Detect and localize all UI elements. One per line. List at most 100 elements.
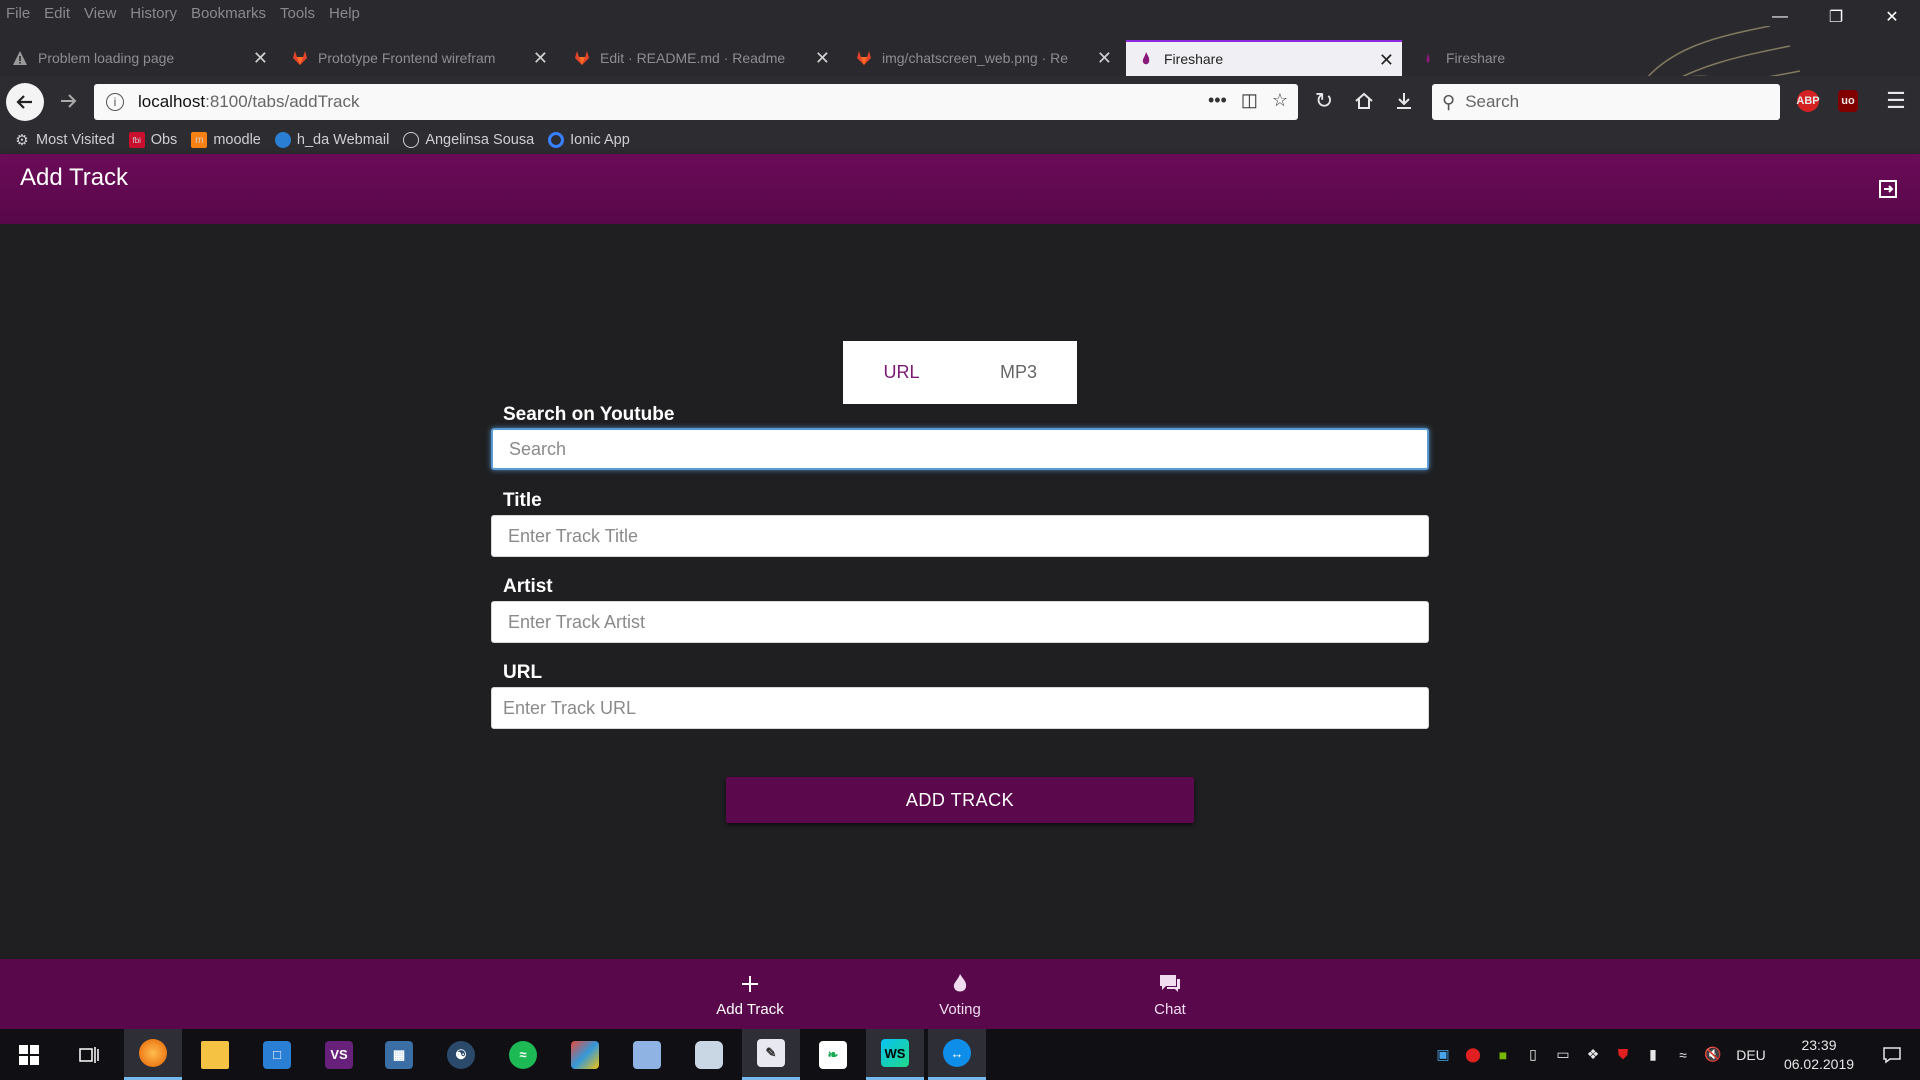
close-icon[interactable]: ✕ — [533, 48, 548, 69]
bookmark-ionic[interactable]: Ionic App — [548, 132, 630, 148]
mongodb-icon[interactable]: ❧ — [804, 1029, 862, 1080]
tab-edit-readme[interactable]: Edit · README.md · Readme ✕ — [562, 40, 838, 76]
logout-icon — [1879, 180, 1897, 198]
menu-view[interactable]: View — [77, 5, 123, 22]
home-icon[interactable] — [1346, 83, 1382, 119]
bookmark-label: Most Visited — [36, 132, 115, 148]
menu-history[interactable]: History — [123, 5, 184, 22]
menu-edit[interactable]: Edit — [37, 5, 77, 22]
search-youtube-input[interactable] — [509, 438, 1427, 460]
minimize-icon[interactable]: — — [1752, 0, 1808, 34]
notification-center-icon[interactable] — [1864, 1029, 1920, 1080]
battery-icon[interactable]: ▮ — [1638, 1029, 1668, 1080]
bookmark-most-visited[interactable]: ⚙ Most Visited — [14, 132, 115, 149]
language-indicator[interactable]: DEU — [1728, 1047, 1774, 1063]
webstorm-icon[interactable]: WS — [866, 1029, 924, 1080]
hamburger-menu-icon[interactable]: ☰ — [1878, 83, 1914, 119]
tab-chatscreen-img[interactable]: img/chatscreen_web.png · Re ✕ — [844, 40, 1120, 76]
source-segment: URL MP3 — [843, 341, 1077, 404]
drive-icon[interactable]: ▭ — [1548, 1029, 1578, 1080]
nvidia-icon[interactable]: ■ — [1488, 1029, 1518, 1080]
bookmark-angelinsa[interactable]: Angelinsa Sousa — [403, 132, 534, 148]
page-title: Add Track — [20, 164, 129, 191]
menu-tools[interactable]: Tools — [273, 5, 322, 22]
editor-app-icon[interactable]: ✎ — [742, 1029, 800, 1080]
windows-taskbar: □ VS ▦ ☯ ≈ ✎ ❧ WS ↔ ▣ ⬤ ■ ▯ ▭ ❖ ⛊ ▮ ≈ 🔇 … — [0, 1029, 1920, 1080]
tab-fireshare[interactable]: Fireshare — [1408, 40, 1608, 76]
tab-fireshare-active[interactable]: Fireshare ✕ — [1126, 40, 1402, 76]
browser-search-field[interactable]: ⚲ Search — [1432, 84, 1780, 120]
browser-search-placeholder: Search — [1465, 92, 1520, 111]
paint-app-icon[interactable] — [556, 1029, 614, 1080]
usb-icon[interactable]: ▯ — [1518, 1029, 1548, 1080]
app-tabbar: Add Track Voting Chat — [0, 959, 1920, 1029]
spotify-icon[interactable]: ≈ — [494, 1029, 552, 1080]
arrow-right-icon — [61, 94, 77, 108]
ublock-icon[interactable]: uo — [1830, 83, 1866, 119]
menu-bookmarks[interactable]: Bookmarks — [184, 5, 273, 22]
visual-studio-icon[interactable]: VS — [310, 1029, 368, 1080]
file-explorer-icon[interactable] — [186, 1029, 244, 1080]
gear-icon: ⚙ — [15, 132, 29, 149]
windows-start-icon[interactable] — [0, 1029, 58, 1080]
segment-mp3[interactable]: MP3 — [960, 341, 1077, 404]
pocket-icon[interactable]: ◫ — [1241, 90, 1258, 111]
virtualbox-icon[interactable]: ▦ — [370, 1029, 428, 1080]
wifi-icon[interactable]: ≈ — [1668, 1029, 1698, 1080]
tab-label: Fireshare — [1446, 50, 1506, 66]
tab-problem-loading[interactable]: Problem loading page ✕ — [0, 40, 276, 76]
close-icon[interactable]: ✕ — [1097, 48, 1112, 69]
tab-prototype-frontend[interactable]: Prototype Frontend wirefram ✕ — [280, 40, 556, 76]
teamviewer-icon[interactable]: ↔ — [928, 1029, 986, 1080]
dropbox-icon[interactable]: ❖ — [1578, 1029, 1608, 1080]
logout-button[interactable] — [1856, 154, 1920, 224]
tab-voting[interactable]: Voting — [885, 959, 1035, 1029]
browser-tabstrip: Problem loading page ✕ Prototype Fronten… — [0, 26, 1920, 181]
url-label: URL — [503, 662, 543, 683]
headset-app-icon[interactable]: ☯ — [432, 1029, 490, 1080]
forward-button[interactable] — [50, 83, 86, 119]
more-icon[interactable]: ••• — [1208, 90, 1227, 111]
bookmark-label: Obs — [150, 132, 178, 148]
app-icon-blue-square[interactable]: □ — [248, 1029, 306, 1080]
close-window-icon[interactable]: ✕ — [1864, 0, 1920, 34]
app-header: Add Track — [0, 154, 1920, 224]
reload-icon[interactable]: ↻ — [1306, 83, 1342, 119]
close-icon[interactable]: ✕ — [815, 48, 830, 69]
segment-url[interactable]: URL — [843, 341, 960, 404]
shield-icon[interactable]: ⛊ — [1608, 1029, 1638, 1080]
browser-menubar: File Edit View History Bookmarks Tools H… — [0, 0, 1920, 26]
restore-icon[interactable]: ❐ — [1808, 0, 1864, 34]
add-track-button[interactable]: ADD TRACK — [726, 777, 1194, 823]
tab-add-track[interactable]: Add Track — [675, 959, 825, 1029]
artist-input[interactable] — [508, 611, 1428, 633]
clock[interactable]: 23:39 06.02.2019 — [1774, 1036, 1864, 1074]
close-icon[interactable]: ✕ — [1379, 50, 1394, 71]
firefox-taskbar-icon[interactable] — [124, 1029, 182, 1080]
mail-icon — [274, 132, 291, 148]
url-input[interactable] — [503, 697, 1428, 719]
star-icon[interactable]: ☆ — [1272, 90, 1288, 111]
bookmark-obs[interactable]: fbi Obs — [128, 132, 178, 148]
download-icon[interactable] — [1386, 83, 1422, 119]
title-input[interactable] — [508, 525, 1428, 547]
tab-chat-label: Chat — [1154, 1000, 1186, 1018]
menu-help[interactable]: Help — [322, 5, 367, 22]
adblock-icon[interactable]: ABP — [1790, 83, 1826, 119]
database-app-icon[interactable] — [680, 1029, 738, 1080]
tray-alert-icon[interactable]: ⬤ — [1458, 1029, 1488, 1080]
tray-app-icon[interactable]: ▣ — [1428, 1029, 1458, 1080]
tab-chat[interactable]: Chat — [1095, 959, 1245, 1029]
close-icon[interactable]: ✕ — [253, 48, 268, 69]
cube-app-icon[interactable] — [618, 1029, 676, 1080]
volume-muted-icon[interactable]: 🔇 — [1698, 1029, 1728, 1080]
info-icon[interactable]: i — [106, 93, 124, 111]
tab-add-track-label: Add Track — [716, 1000, 784, 1018]
ionic-icon — [548, 132, 565, 148]
task-view-icon[interactable] — [60, 1029, 118, 1080]
bookmark-moodle[interactable]: m moodle — [191, 132, 261, 148]
menu-file[interactable]: File — [0, 5, 37, 22]
back-button[interactable] — [6, 83, 44, 121]
bookmark-webmail[interactable]: h_da Webmail — [274, 132, 389, 148]
url-bar[interactable]: i localhost:8100/tabs/addTrack ••• ◫ ☆ — [94, 84, 1298, 120]
